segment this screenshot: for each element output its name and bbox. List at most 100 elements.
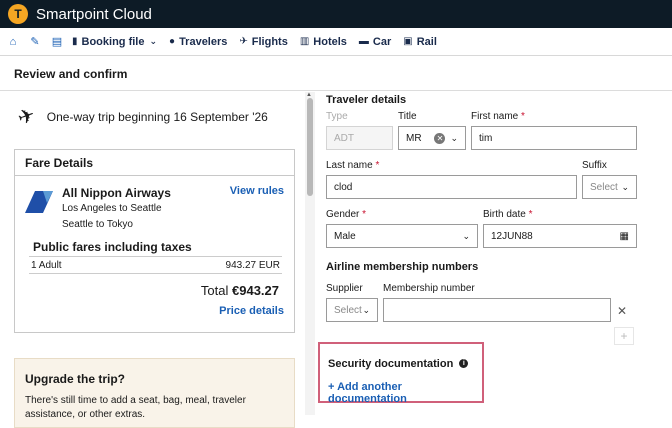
- left-panel: ✈ One-way trip beginning 16 September '2…: [0, 92, 302, 428]
- tools-icon[interactable]: ✎: [28, 35, 42, 48]
- last-name-input[interactable]: clod: [326, 175, 577, 199]
- suffix-select[interactable]: Select ⌄: [582, 175, 637, 199]
- first-name-label-text: First name: [471, 111, 519, 122]
- birth-date-input[interactable]: 12JUN88 ▦: [483, 224, 637, 248]
- supplier-label: Supplier: [326, 283, 363, 294]
- add-membership-button[interactable]: +: [614, 327, 634, 345]
- last-name-label-text: Last name: [326, 160, 373, 171]
- nav-rail-label: Rail: [416, 35, 437, 48]
- type-value: ADT: [334, 132, 354, 144]
- chevron-down-icon: ⌄: [462, 230, 470, 241]
- smartpoint-logo-icon: T: [8, 4, 28, 24]
- security-heading-text: Security documentation: [328, 358, 454, 370]
- chevron-down-icon: ⌄: [450, 132, 458, 143]
- section-header: Review and confirm: [0, 57, 672, 91]
- nav-hotels[interactable]: ▥ Hotels: [300, 36, 347, 48]
- title-bar: T Smartpoint Cloud: [0, 0, 672, 28]
- train-icon: ▣: [403, 36, 413, 47]
- security-documentation-section: Security documentation i + Add another d…: [318, 342, 484, 405]
- airline-name: All Nippon Airways: [62, 186, 171, 200]
- passenger-price: 943.27 EUR: [225, 259, 280, 271]
- nav-travelers[interactable]: ● Travelers: [169, 36, 227, 48]
- required-mark: *: [528, 209, 533, 220]
- nav-booking-file[interactable]: ▮ Booking file ⌄: [72, 36, 157, 48]
- type-label: Type: [326, 111, 348, 122]
- nav-flights-label: Flights: [251, 35, 288, 48]
- total-value: €943.27: [232, 283, 279, 298]
- page-title: Review and confirm: [14, 66, 128, 81]
- total-label: Total: [200, 283, 229, 298]
- chevron-down-icon: ⌄: [149, 36, 158, 46]
- nav-car-label: Car: [372, 35, 392, 48]
- required-mark: *: [521, 111, 525, 122]
- route-segment-2: Seattle to Tokyo: [62, 219, 133, 230]
- nav-travelers-label: Travelers: [179, 35, 228, 48]
- traveler-icon: ●: [169, 36, 176, 47]
- supplier-select[interactable]: Select ⌄: [326, 298, 378, 322]
- document-icon: ▮: [72, 36, 78, 47]
- birth-date-label-text: Birth date: [483, 209, 526, 220]
- chevron-down-icon: ⌄: [621, 181, 629, 192]
- fare-total: Total €943.27: [201, 283, 279, 298]
- car-icon: ▬: [358, 36, 369, 47]
- gender-label: Gender *: [326, 209, 366, 220]
- title-value: MR: [406, 132, 422, 144]
- security-documentation-heading: Security documentation i: [328, 358, 469, 370]
- fare-details-heading: Fare Details: [15, 150, 294, 176]
- fare-passenger-row: 1 Adult 943.27 EUR: [29, 256, 282, 274]
- nav-hotels-label: Hotels: [313, 35, 347, 48]
- suffix-value: Select: [590, 181, 618, 193]
- trip-summary-text: One-way trip beginning 16 September '26: [46, 109, 268, 124]
- add-documentation-link[interactable]: + Add another documentation: [328, 381, 482, 405]
- info-icon[interactable]: i: [459, 359, 469, 368]
- plane-icon: ✈: [239, 36, 248, 47]
- upgrade-title: Upgrade the trip?: [25, 372, 126, 386]
- price-details-link[interactable]: Price details: [219, 305, 284, 317]
- terminal-icon[interactable]: ▤: [50, 35, 64, 48]
- title-select[interactable]: MR ✕ ⌄: [398, 126, 466, 150]
- nav-booking-file-label: Booking file: [81, 35, 145, 48]
- chevron-down-icon: ⌄: [362, 304, 370, 315]
- route-segment-1: Los Angeles to Seattle: [62, 203, 162, 214]
- birth-date-value: 12JUN88: [491, 230, 533, 242]
- nav-rail[interactable]: ▣ Rail: [403, 36, 437, 48]
- traveler-details-heading: Traveler details: [326, 94, 407, 106]
- type-field: ADT: [326, 126, 393, 150]
- required-mark: *: [362, 209, 367, 220]
- membership-number-label: Membership number: [383, 283, 475, 294]
- birth-date-label: Birth date *: [483, 209, 533, 220]
- gender-value: Male: [334, 230, 356, 242]
- calendar-icon[interactable]: ▦: [620, 231, 629, 242]
- last-name-value: clod: [334, 181, 353, 193]
- plane-icon: ✈: [14, 103, 39, 131]
- airline-logo-icon: [25, 191, 53, 213]
- upgrade-text: There's still time to add a seat, bag, m…: [25, 395, 246, 420]
- membership-number-input[interactable]: [383, 298, 611, 322]
- gender-select[interactable]: Male ⌄: [326, 224, 478, 248]
- required-mark: *: [375, 160, 380, 171]
- public-fares-heading: Public fares including taxes: [33, 240, 192, 254]
- plus-icon: +: [328, 381, 338, 393]
- hotel-icon: ▥: [299, 36, 310, 47]
- first-name-label: First name *: [471, 111, 525, 122]
- app-title: Smartpoint Cloud: [36, 5, 152, 23]
- membership-heading: Airline membership numbers: [326, 261, 479, 273]
- home-icon[interactable]: ⌂: [6, 36, 20, 48]
- last-name-label: Last name *: [326, 160, 379, 171]
- view-rules-link[interactable]: View rules: [230, 185, 284, 197]
- scrollbar-thumb[interactable]: [307, 98, 313, 196]
- passenger-count: 1 Adult: [31, 259, 62, 271]
- clear-icon[interactable]: ✕: [434, 132, 446, 144]
- gender-label-text: Gender: [326, 209, 360, 220]
- remove-membership-icon[interactable]: ✕: [617, 304, 627, 318]
- nav-car[interactable]: ▬ Car: [359, 36, 391, 48]
- title-label: Title: [398, 111, 417, 122]
- first-name-value: tim: [479, 132, 493, 144]
- upgrade-card: Upgrade the trip? There's still time to …: [14, 358, 295, 428]
- traveler-form: Traveler details Type ADT Title MR ✕ ⌄ F…: [317, 92, 672, 415]
- first-name-input[interactable]: tim: [471, 126, 637, 150]
- trip-summary: ✈ One-way trip beginning 16 September '2…: [15, 104, 268, 130]
- add-documentation-label: Add another documentation: [328, 381, 407, 405]
- supplier-value: Select: [334, 304, 362, 316]
- nav-flights[interactable]: ✈ Flights: [239, 36, 287, 48]
